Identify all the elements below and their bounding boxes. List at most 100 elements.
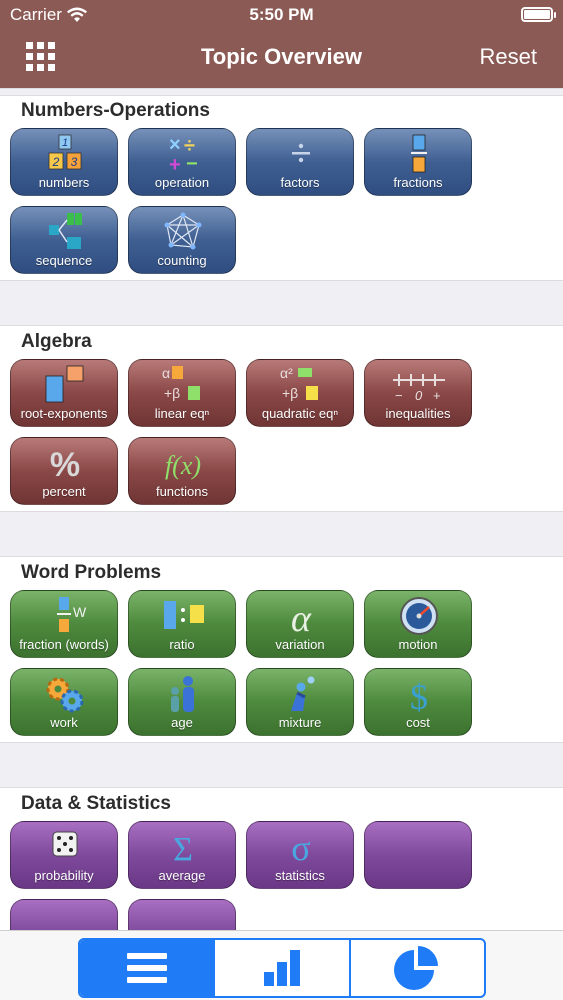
tile-numbers[interactable]: 1 2 3 numbers bbox=[10, 128, 118, 196]
svg-text:+β: +β bbox=[282, 385, 298, 401]
tile-label: percent bbox=[42, 484, 86, 499]
section-title: Data & Statistics bbox=[21, 793, 171, 814]
section-separator bbox=[0, 742, 563, 788]
tile-ratio[interactable]: ratio bbox=[128, 590, 236, 658]
tile-label: operation bbox=[154, 175, 210, 190]
tile-label: ratio bbox=[169, 637, 195, 652]
network-icon bbox=[129, 211, 235, 255]
quadratic-equation-icon: α² +β bbox=[247, 364, 353, 408]
svg-text:+: + bbox=[433, 388, 441, 403]
tile-functions[interactable]: f(x) functions bbox=[128, 437, 236, 505]
svg-text:2: 2 bbox=[52, 155, 60, 169]
divide-icon bbox=[247, 133, 353, 177]
gears-icon bbox=[11, 673, 117, 717]
tile-sequence[interactable]: sequence bbox=[10, 206, 118, 274]
svg-text:Σ: Σ bbox=[173, 831, 193, 868]
svg-text:α²: α² bbox=[280, 365, 293, 381]
tile-counting[interactable]: counting bbox=[128, 206, 236, 274]
section-separator bbox=[0, 280, 563, 326]
clock: 5:50 PM bbox=[249, 5, 314, 24]
tile-partial[interactable] bbox=[10, 899, 118, 930]
tile-quadratic-eq[interactable]: α² +β quadratic eqⁿ bbox=[246, 359, 354, 427]
number-line-icon: − 0 + bbox=[365, 364, 471, 408]
tile-inequalities[interactable]: − 0 + inequalities bbox=[364, 359, 472, 427]
percent-icon: % bbox=[11, 442, 117, 486]
svg-text:α: α bbox=[162, 365, 170, 381]
tile-label: variation bbox=[275, 637, 325, 652]
tile-label: age bbox=[171, 715, 193, 730]
tab-list[interactable] bbox=[80, 940, 216, 996]
tile-label: functions bbox=[155, 484, 209, 499]
people-icon bbox=[129, 673, 235, 717]
tile-variation[interactable]: α variation bbox=[246, 590, 354, 658]
tile-label: quadratic eqⁿ bbox=[261, 406, 339, 421]
status-bar: Carrier 5:50 PM bbox=[0, 0, 563, 30]
tile-label: numbers bbox=[38, 175, 90, 190]
speedometer-icon bbox=[365, 595, 471, 639]
tile-work[interactable]: work bbox=[10, 668, 118, 736]
navigation-bar: Carrier 5:50 PM Topic Overview Reset bbox=[0, 0, 563, 88]
tile-probability[interactable]: probability bbox=[10, 821, 118, 889]
svg-text:+β: +β bbox=[164, 385, 180, 401]
operation-icon: × ÷ + − bbox=[129, 133, 235, 177]
app-screen: Carrier 5:50 PM Topic Overview Reset Num… bbox=[0, 0, 563, 1000]
exponent-icon bbox=[11, 364, 117, 408]
section-algebra: Algebra root-exponents α +β linear eqⁿ α… bbox=[0, 327, 563, 515]
tile-root-exponents[interactable]: root-exponents bbox=[10, 359, 118, 427]
tile-linear-eq[interactable]: α +β linear eqⁿ bbox=[128, 359, 236, 427]
list-icon bbox=[126, 953, 167, 983]
section-numbers-operations: Numbers-Operations 1 2 3 numbers × ÷ + −… bbox=[0, 96, 563, 284]
tile-label: fractions bbox=[393, 175, 443, 190]
tile-label: factors bbox=[280, 175, 320, 190]
tile-statistics[interactable]: σ statistics bbox=[246, 821, 354, 889]
svg-text:×: × bbox=[169, 134, 181, 156]
svg-text:α: α bbox=[291, 598, 312, 637]
tile-factors[interactable]: factors bbox=[246, 128, 354, 196]
svg-text:W: W bbox=[73, 604, 87, 620]
tile-label: average bbox=[158, 868, 206, 883]
numbers-icon: 1 2 3 bbox=[11, 133, 117, 177]
tile-label: fraction (words) bbox=[19, 637, 109, 652]
tile-fraction-words[interactable]: W fraction (words) bbox=[10, 590, 118, 658]
view-segmented-control[interactable] bbox=[78, 938, 486, 998]
tile-label: statistics bbox=[275, 868, 325, 883]
svg-text:1: 1 bbox=[62, 137, 68, 149]
section-title: Word Problems bbox=[21, 562, 162, 583]
topic-list[interactable]: Numbers-Operations 1 2 3 numbers × ÷ + −… bbox=[0, 88, 563, 930]
section-separator bbox=[0, 88, 563, 96]
dice-icon bbox=[11, 826, 117, 870]
reset-button[interactable]: Reset bbox=[480, 44, 537, 70]
tile-fractions[interactable]: fractions bbox=[364, 128, 472, 196]
svg-text:%: % bbox=[50, 446, 80, 484]
tile-label: motion bbox=[398, 637, 438, 652]
tile-cost[interactable]: $ cost bbox=[364, 668, 472, 736]
mixture-icon bbox=[247, 673, 353, 717]
tile-mixture[interactable]: mixture bbox=[246, 668, 354, 736]
tile-partial[interactable] bbox=[364, 821, 472, 889]
tile-label: cost bbox=[406, 715, 430, 730]
tab-bar-chart[interactable] bbox=[215, 940, 351, 996]
tile-partial[interactable] bbox=[128, 899, 236, 930]
tile-label: mixture bbox=[278, 715, 322, 730]
alpha-icon: α bbox=[247, 595, 353, 639]
tile-label: sequence bbox=[35, 253, 93, 268]
tile-motion[interactable]: motion bbox=[364, 590, 472, 658]
function-icon: f(x) bbox=[129, 442, 235, 486]
linear-equation-icon: α +β bbox=[129, 364, 235, 408]
tile-operation[interactable]: × ÷ + − operation bbox=[128, 128, 236, 196]
battery-icon bbox=[521, 7, 556, 22]
svg-text:$: $ bbox=[410, 677, 428, 715]
svg-text:f(x): f(x) bbox=[165, 451, 201, 480]
tile-average[interactable]: Σ average bbox=[128, 821, 236, 889]
ratio-icon bbox=[129, 595, 235, 639]
pie-chart-icon bbox=[394, 946, 439, 990]
svg-text:−: − bbox=[186, 153, 198, 175]
tile-label: work bbox=[50, 715, 78, 730]
section-word-problems: Word Problems W fraction (words) ratio α… bbox=[0, 558, 563, 746]
tile-percent[interactable]: % percent bbox=[10, 437, 118, 505]
sigma-sum-icon: Σ bbox=[129, 826, 235, 870]
svg-text:0: 0 bbox=[415, 388, 423, 403]
tab-pie-chart[interactable] bbox=[351, 940, 484, 996]
tile-age[interactable]: age bbox=[128, 668, 236, 736]
svg-text:+: + bbox=[169, 154, 181, 175]
